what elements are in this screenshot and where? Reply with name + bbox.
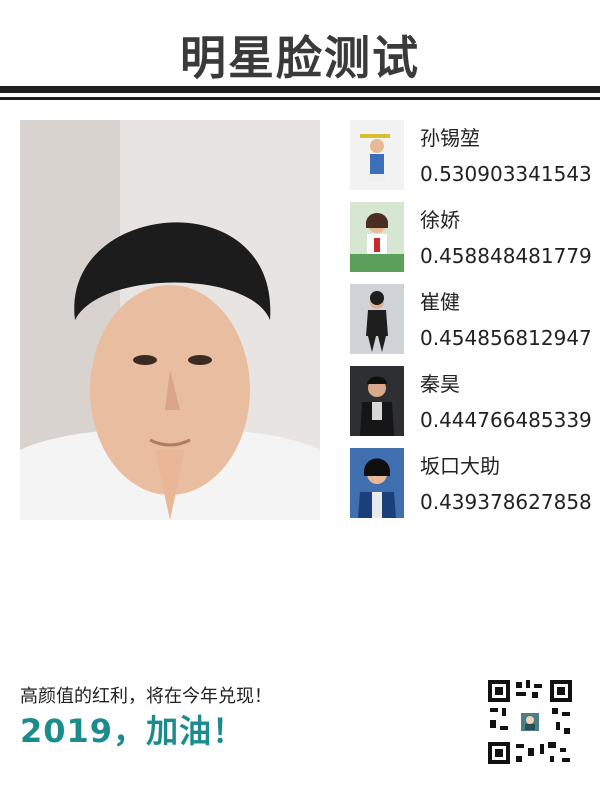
footer-slogan: 2019，加油！: [20, 712, 246, 750]
celebrity-thumbnail: [350, 448, 404, 518]
similarity-score: 0.454856812947: [420, 326, 592, 350]
match-item[interactable]: 崔健 0.454856812947: [350, 284, 592, 366]
celebrity-thumbnail: [350, 284, 404, 354]
celebrity-name: 孙锡堃: [420, 126, 480, 150]
qr-code-graphic: [486, 678, 574, 766]
match-item[interactable]: 徐娇 0.458848481779: [350, 202, 592, 284]
match-list: 孙锡堃 0.530903341543 徐娇 0.458848481779 崔健 …: [350, 120, 592, 530]
qr-code-icon[interactable]: [486, 678, 574, 766]
main-portrait-photo: [20, 120, 320, 520]
celebrity-name: 崔健: [420, 290, 460, 314]
similarity-score: 0.530903341543: [420, 162, 592, 186]
celebrity-name: 秦昊: [420, 372, 460, 396]
match-item[interactable]: 秦昊 0.444766485339: [350, 366, 592, 448]
match-item[interactable]: 坂口大助 0.439378627858: [350, 448, 592, 530]
header-divider-thin: [0, 97, 600, 100]
celebrity-name: 徐娇: [420, 208, 460, 232]
celebrity-thumbnail: [350, 202, 404, 272]
celebrity-thumbnail: [350, 120, 404, 190]
match-item[interactable]: 孙锡堃 0.530903341543: [350, 120, 592, 202]
celebrity-name: 坂口大助: [420, 454, 500, 478]
footer-message: 高颜值的红利，将在今年兑现！: [20, 686, 272, 707]
celebrity-thumbnail: [350, 366, 404, 436]
portrait-illustration: [20, 120, 320, 520]
similarity-score: 0.444766485339: [420, 408, 592, 432]
header-divider-thick: [0, 86, 600, 93]
page-title: 明星脸测试: [180, 31, 420, 85]
similarity-score: 0.458848481779: [420, 244, 592, 268]
similarity-score: 0.439378627858: [420, 490, 592, 514]
